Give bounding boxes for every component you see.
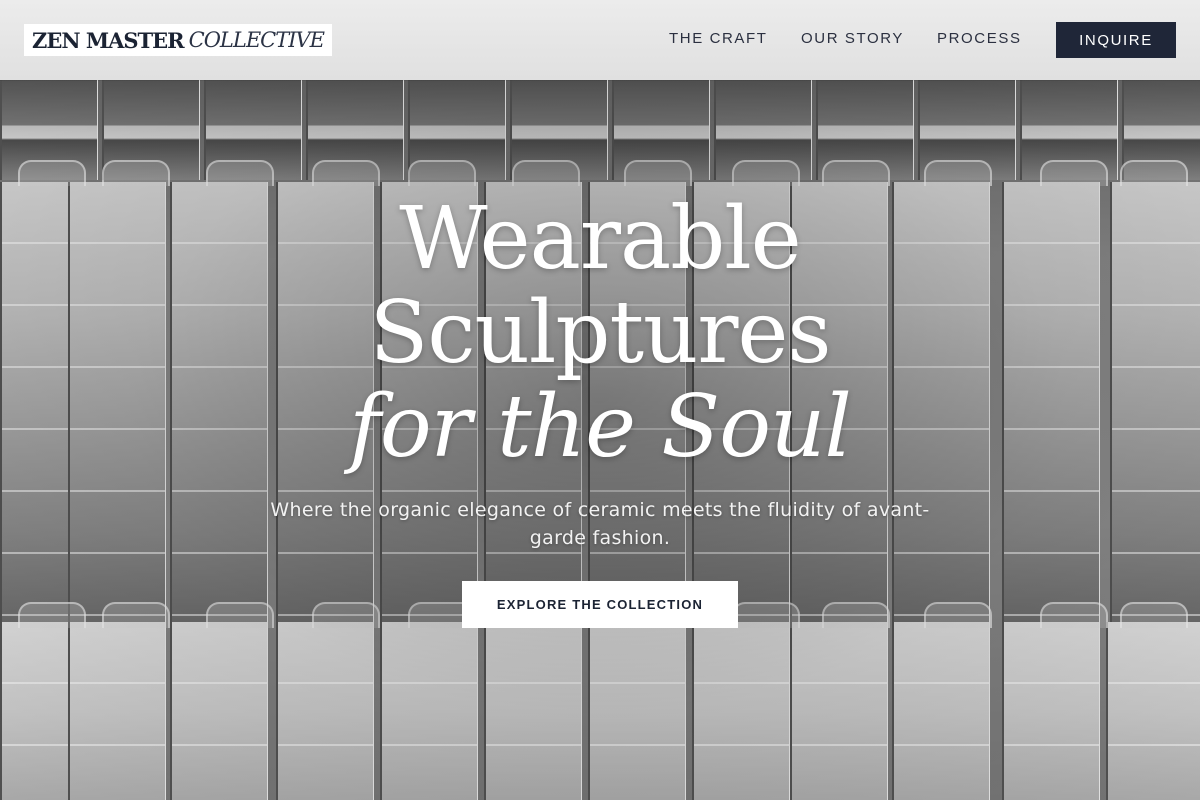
site-logo[interactable]: ZEN MASTER COLLECTIVE [24, 24, 333, 56]
logo-wordmark: ZEN MASTER [32, 27, 185, 53]
explore-collection-button[interactable]: EXPLORE THE COLLECTION [462, 581, 738, 628]
hero-title-line-3: for the Soul [349, 377, 852, 477]
inquire-button[interactable]: INQUIRE [1056, 22, 1176, 58]
hero-subtitle: Where the organic elegance of ceramic me… [270, 499, 930, 549]
hero-title: Wearable Sculptures for the Soul [0, 192, 1200, 474]
hero-title-line-1: Wearable [399, 189, 801, 289]
nav-link-process[interactable]: PROCESS [937, 30, 1022, 47]
hero-title-line-2: Sculptures [369, 283, 831, 383]
logo-wordmark-italic: COLLECTIVE [188, 28, 325, 52]
site-header: ZEN MASTER COLLECTIVE THE CRAFT OUR STOR… [0, 0, 1200, 80]
nav-link-our-story[interactable]: OUR STORY [801, 30, 904, 47]
nav-link-the-craft[interactable]: THE CRAFT [669, 30, 768, 47]
